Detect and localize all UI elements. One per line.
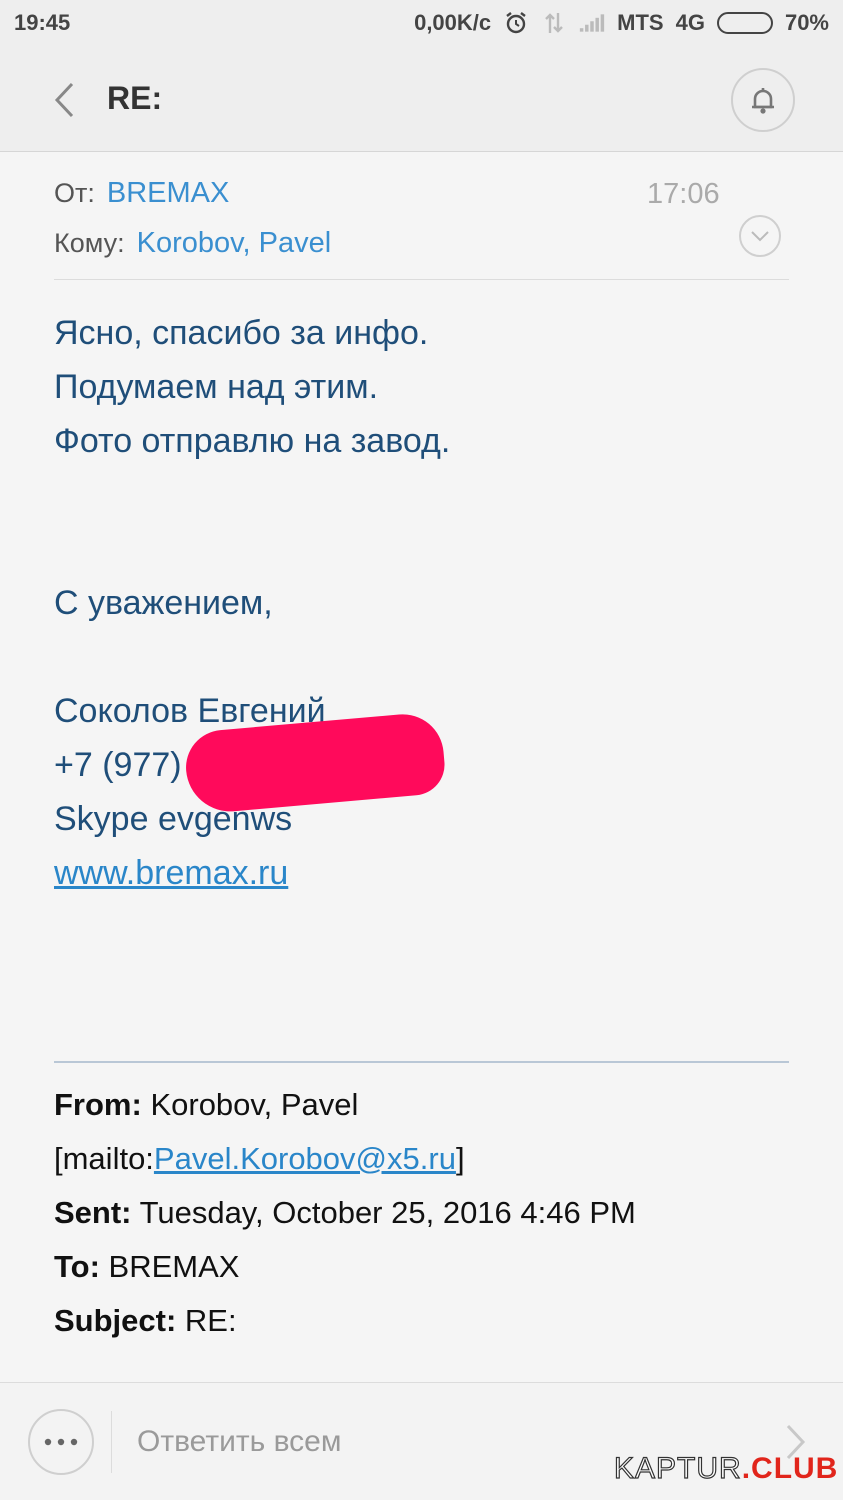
quote-to-label: To: bbox=[54, 1249, 100, 1284]
body-line: Подумаем над этим. bbox=[54, 368, 379, 406]
page-title: RE: bbox=[107, 80, 163, 116]
battery-icon bbox=[716, 12, 773, 34]
email-link[interactable]: Pavel.Korobov@x5.ru bbox=[154, 1141, 456, 1176]
divider bbox=[54, 279, 789, 280]
carrier-name: MTS bbox=[617, 10, 664, 35]
status-bar: 19:45 0,00K/c MTS 4G 70% bbox=[0, 0, 843, 48]
mailto-suffix: ] bbox=[455, 1141, 465, 1176]
body-line: Ясно, спасибо за инфо. bbox=[54, 314, 429, 352]
to-recipient[interactable]: Korobov, Pavel bbox=[137, 227, 332, 260]
watermark: KAPTUR.CLUB bbox=[613, 1451, 839, 1486]
footer-separator bbox=[111, 1411, 112, 1473]
signature-skype: Skype evgenws bbox=[54, 800, 293, 838]
quote-mailto-row: [mailto:Pavel.Korobov@x5.ru] bbox=[54, 1132, 814, 1186]
quote-subject-value: RE: bbox=[184, 1303, 237, 1338]
quote-to-value: BREMAX bbox=[108, 1249, 240, 1284]
app-header: RE: bbox=[0, 48, 843, 152]
bell-button[interactable] bbox=[731, 68, 795, 132]
from-sender[interactable]: BREMAX bbox=[107, 177, 229, 210]
to-label: Кому: bbox=[54, 228, 125, 258]
network-speed: 0,00K/c bbox=[414, 10, 492, 35]
chevron-left-icon bbox=[54, 82, 74, 118]
expand-details-button[interactable] bbox=[739, 215, 781, 257]
network-type: 4G bbox=[675, 10, 705, 35]
signal-icon bbox=[579, 11, 605, 35]
quote-to-row: To: BREMAX bbox=[54, 1240, 814, 1294]
from-label: От: bbox=[54, 178, 95, 208]
status-time: 19:45 bbox=[14, 10, 71, 35]
alarm-icon bbox=[503, 11, 529, 35]
chevron-down-icon bbox=[751, 231, 769, 242]
website-link[interactable]: www.bremax.ru bbox=[54, 854, 288, 892]
quote-from-value: Korobov, Pavel bbox=[150, 1087, 359, 1122]
to-row: Кому: Korobov, Pavel bbox=[54, 227, 331, 260]
quote-sent-value: Tuesday, October 25, 2016 4:46 PM bbox=[139, 1195, 636, 1230]
status-indicators: 0,00K/c MTS 4G 70% bbox=[414, 10, 829, 36]
more-options-button[interactable] bbox=[28, 1409, 94, 1475]
quoted-header: From: Korobov, Pavel [mailto:Pavel.Korob… bbox=[54, 1078, 814, 1348]
battery-percent: 70% bbox=[784, 10, 829, 35]
mail-body: Ясно, спасибо за инфо. Подумаем над этим… bbox=[54, 306, 814, 900]
quote-subject-label: Subject: bbox=[54, 1303, 177, 1338]
bell-icon bbox=[752, 88, 774, 114]
from-row: От: BREMAX bbox=[54, 177, 229, 210]
back-button[interactable] bbox=[44, 78, 84, 122]
watermark-main: KAPTUR bbox=[613, 1451, 742, 1485]
greeting: С уважением, bbox=[54, 584, 273, 622]
quote-from-row: From: Korobov, Pavel bbox=[54, 1078, 814, 1132]
mail-time: 17:06 bbox=[647, 178, 720, 210]
quote-divider bbox=[54, 1061, 789, 1063]
reply-all-input[interactable]: Ответить всем bbox=[137, 1425, 341, 1459]
quote-from-label: From: bbox=[54, 1087, 142, 1122]
body-line: Фото отправлю на завод. bbox=[54, 422, 451, 460]
quote-subject-row: Subject: RE: bbox=[54, 1294, 814, 1348]
quote-sent-row: Sent: Tuesday, October 25, 2016 4:46 PM bbox=[54, 1186, 814, 1240]
mail-header: От: BREMAX Кому: Korobov, Pavel 17:06 bbox=[0, 152, 843, 282]
quote-sent-label: Sent: bbox=[54, 1195, 132, 1230]
more-horizontal-icon bbox=[44, 1438, 78, 1446]
data-transfer-icon bbox=[541, 11, 567, 35]
mailto-prefix: [mailto: bbox=[54, 1141, 154, 1176]
watermark-accent: .CLUB bbox=[741, 1452, 839, 1485]
